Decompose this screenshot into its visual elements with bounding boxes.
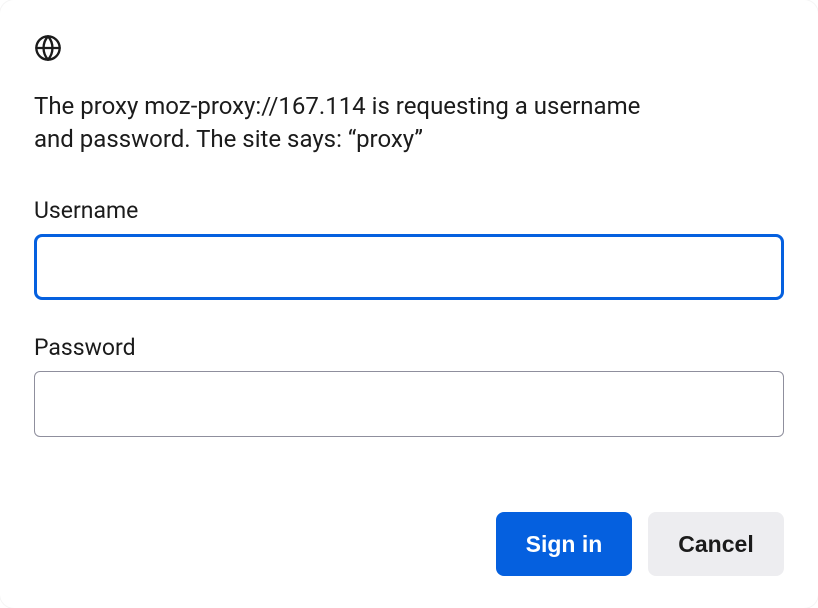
dialog-button-row: Sign in Cancel	[34, 512, 784, 578]
cancel-button[interactable]: Cancel	[648, 512, 784, 576]
dialog-message: The proxy moz-proxy://167.114 is request…	[34, 90, 674, 155]
password-field-group: Password	[34, 334, 784, 437]
password-input[interactable]	[34, 371, 784, 437]
signin-button[interactable]: Sign in	[496, 512, 632, 576]
globe-icon	[34, 34, 62, 62]
username-input[interactable]	[34, 234, 784, 300]
proxy-auth-dialog: The proxy moz-proxy://167.114 is request…	[0, 0, 818, 608]
password-label: Password	[34, 334, 784, 361]
username-label: Username	[34, 197, 784, 224]
username-field-group: Username	[34, 197, 784, 300]
dialog-icon-wrap	[34, 34, 784, 62]
